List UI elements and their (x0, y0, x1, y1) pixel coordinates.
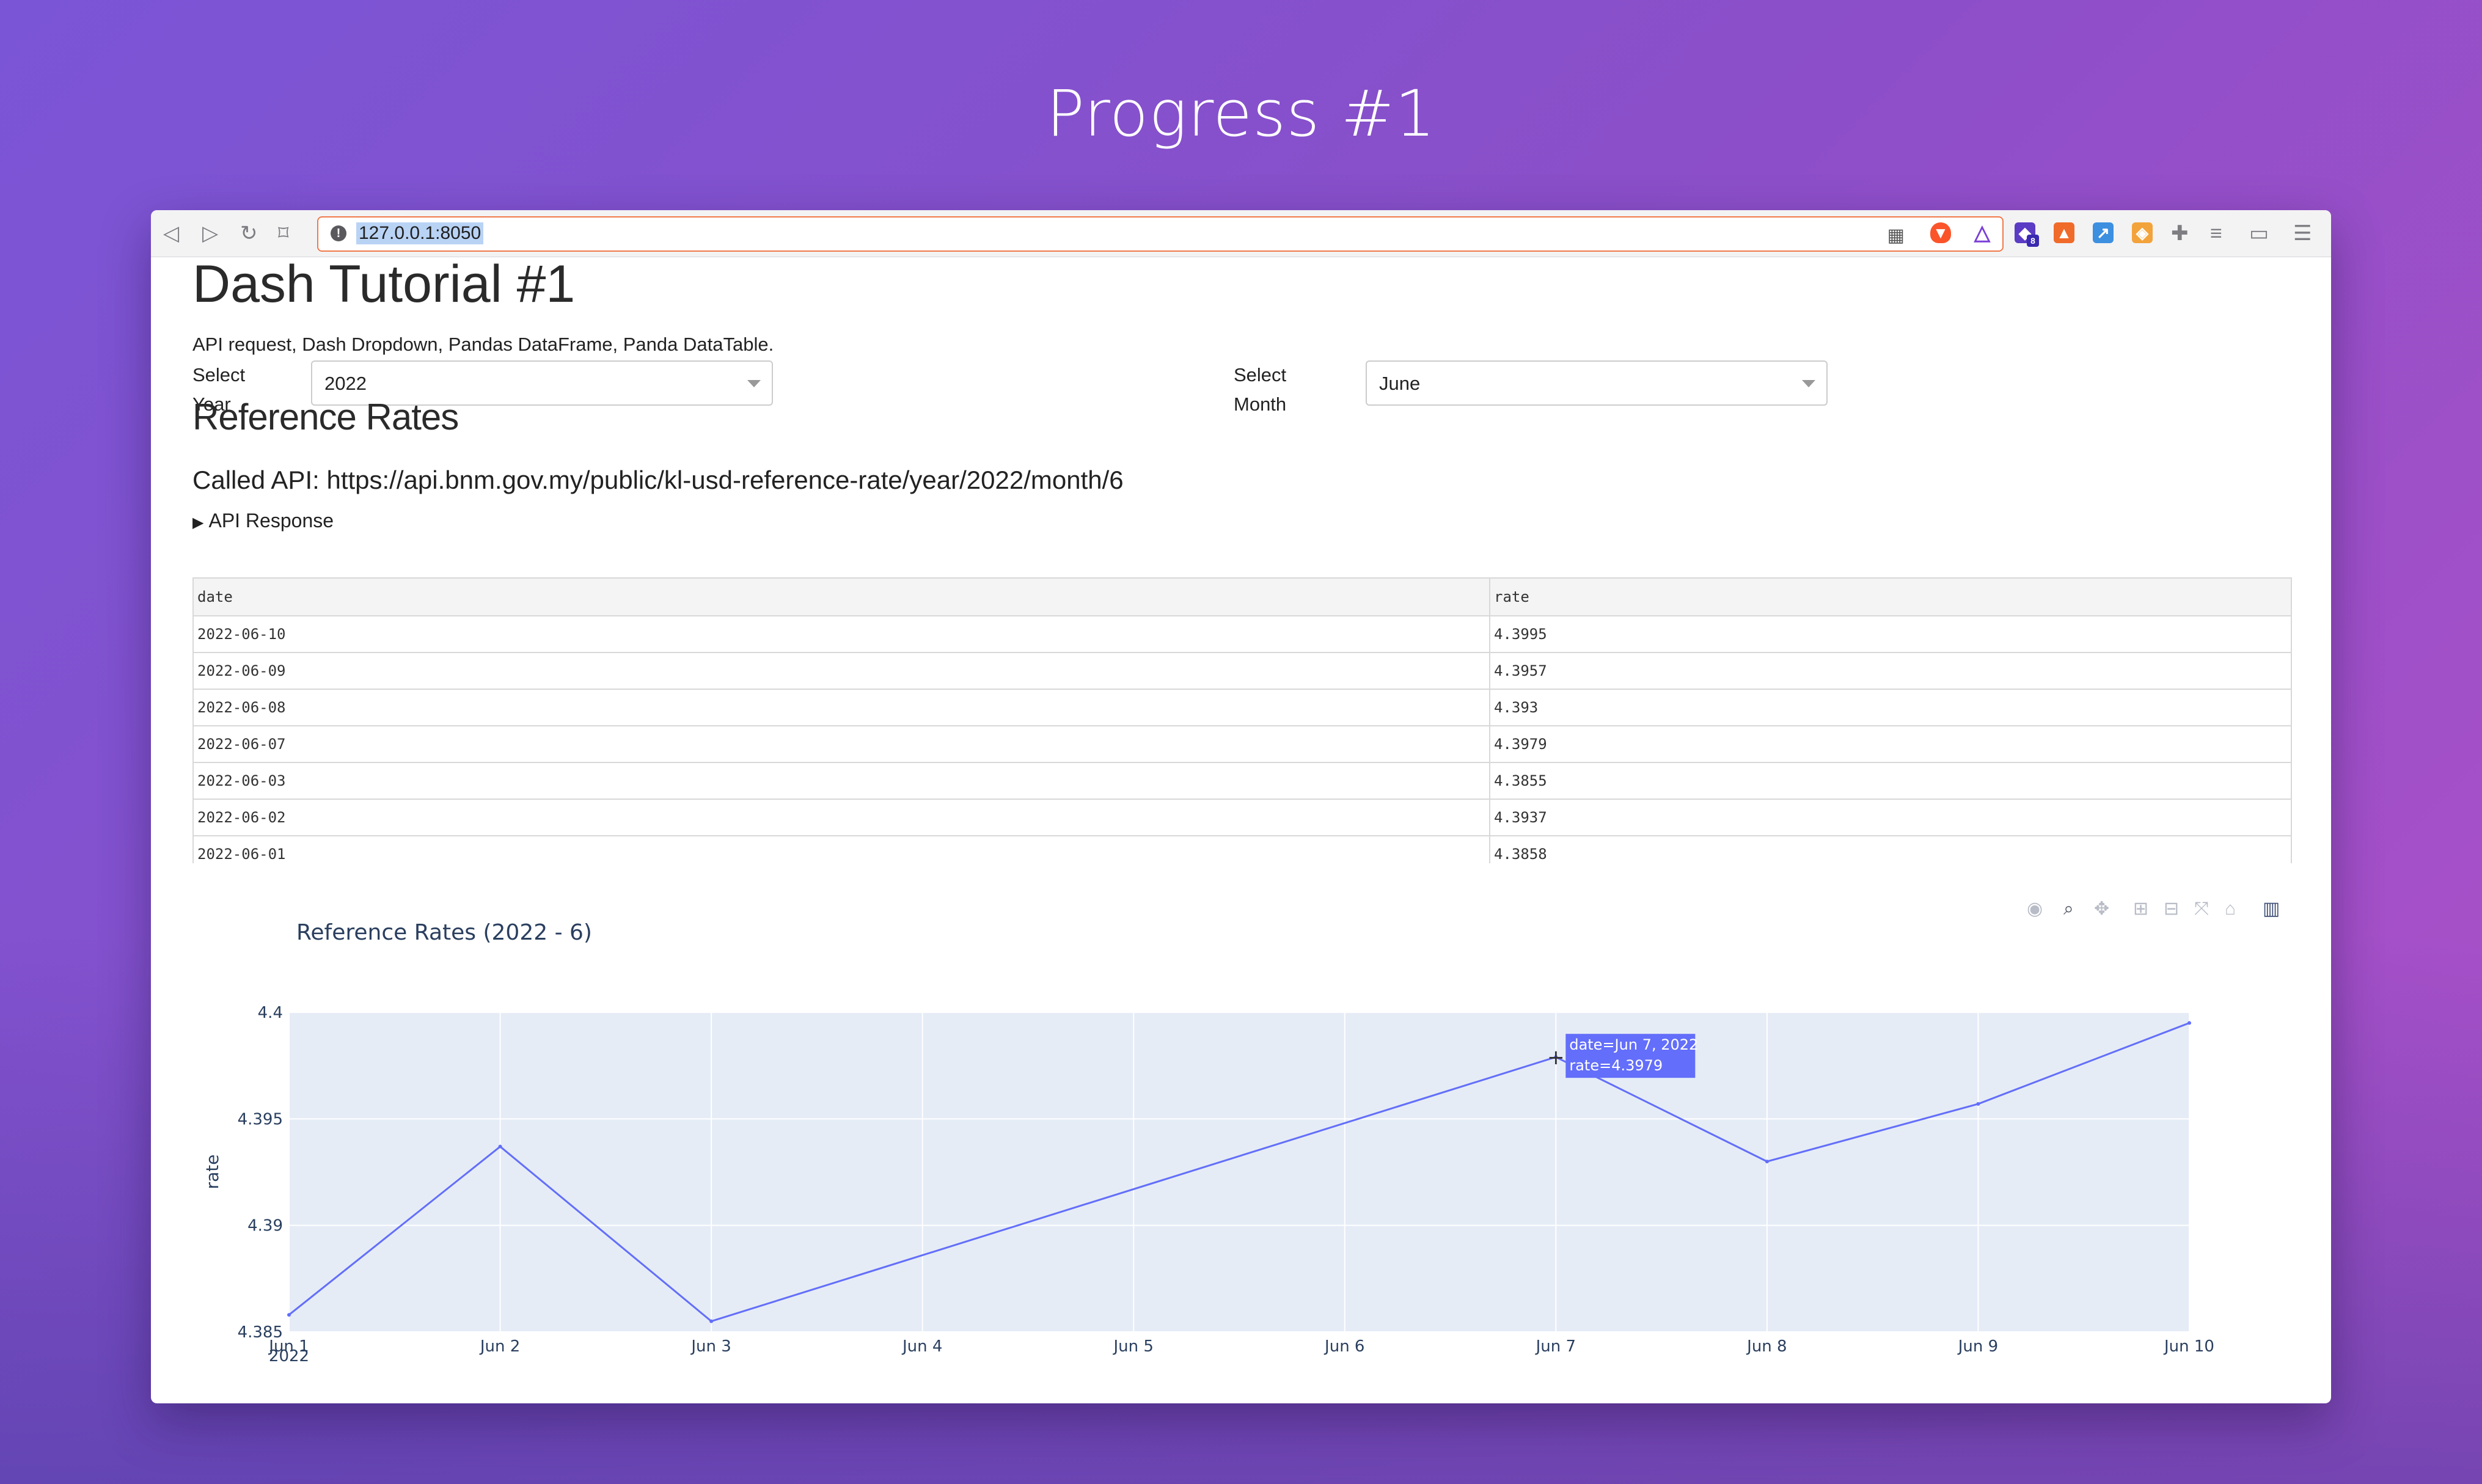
url-text[interactable]: 127.0.0.1:8050 (356, 222, 484, 244)
extension-icon[interactable]: ↗ (2093, 222, 2114, 243)
data-point[interactable] (1976, 1102, 1980, 1106)
x-tick-label: Jun 8 (1746, 1337, 1787, 1356)
page-content: Dash Tutorial #1 API request, Dash Dropd… (151, 255, 2331, 1403)
forward-icon[interactable]: ▷ (202, 221, 218, 246)
bookmark-icon[interactable]: ⌑ (278, 221, 288, 246)
hover-tooltip: date=Jun 7, 2022 rate=4.3979 + (1547, 1034, 1698, 1078)
puzzle-icon[interactable]: ✚ (2171, 221, 2189, 246)
y-tick-label: 4.39 (247, 1217, 283, 1235)
y-axis-ticks: 4.3854.394.3954.4 (238, 1004, 283, 1342)
data-point[interactable] (287, 1313, 291, 1317)
plot-area (289, 1012, 2189, 1332)
y-tick-label: 4.4 (258, 1004, 283, 1022)
x-tick-label: Jun 4 (901, 1337, 942, 1356)
reload-icon[interactable]: ↻ (240, 221, 258, 246)
data-point[interactable] (709, 1319, 714, 1323)
browser-window: ◁ ▷ ↻ ⌑ ! 127.0.0.1:8050 ▦ ▼ △ ◆ 8 ▲ ↗ ◈… (151, 210, 2331, 1403)
wallet-icon[interactable]: ▭ (2249, 221, 2269, 246)
x-tick-label: Jun 5 (1113, 1337, 1154, 1356)
brave-rewards-icon[interactable]: △ (1972, 222, 1993, 243)
chart-title: Reference Rates (2022 - 6) (296, 920, 592, 945)
crosshair-icon: + (1547, 1045, 1565, 1070)
y-tick-label: 4.395 (238, 1110, 283, 1128)
extension-badge: 8 (2027, 235, 2039, 247)
menu-icon[interactable]: ☰ (2293, 221, 2312, 246)
x-tick-label: Jun 9 (1957, 1337, 1998, 1356)
back-icon[interactable]: ◁ (163, 221, 179, 246)
page-heading: Progress #1 (1046, 76, 1436, 151)
hover-line1: date=Jun 7, 2022 (1569, 1036, 1698, 1053)
extension-icon[interactable]: ▲ (2054, 222, 2074, 243)
x-tick-label: Jun 6 (1323, 1337, 1364, 1356)
data-point[interactable] (498, 1144, 502, 1149)
metamask-icon[interactable]: ◈ (2132, 222, 2153, 243)
x-axis-ticks: Jun 1 Jun 2 Jun 3 Jun 4 Jun 5 Jun 6 Jun 7 Jun 8… (268, 1337, 2214, 1356)
qr-icon[interactable]: ▦ (1887, 225, 1905, 246)
x-tick-label: Jun 2 (479, 1337, 520, 1356)
info-icon[interactable]: ! (331, 225, 346, 241)
address-bar[interactable]: ! 127.0.0.1:8050 ▦ ▼ △ (317, 216, 2004, 252)
x-tick-label: Jun 3 (690, 1337, 731, 1356)
x-tick-label: Jun 10 (2163, 1337, 2214, 1356)
line-chart[interactable]: Reference Rates (2022 - 6) 4.3854.394.39… (151, 257, 2331, 1403)
media-icon[interactable]: ≡ (2210, 221, 2222, 246)
data-point[interactable] (1765, 1160, 1769, 1164)
x-tick-year: 2022 (269, 1347, 309, 1365)
y-axis-label: rate (202, 1155, 222, 1190)
brave-shield-icon[interactable]: ▼ (1930, 222, 1951, 243)
data-point[interactable] (2187, 1021, 2191, 1025)
hover-line2: rate=4.3979 (1569, 1057, 1663, 1074)
x-tick-label: Jun 7 (1535, 1337, 1576, 1356)
